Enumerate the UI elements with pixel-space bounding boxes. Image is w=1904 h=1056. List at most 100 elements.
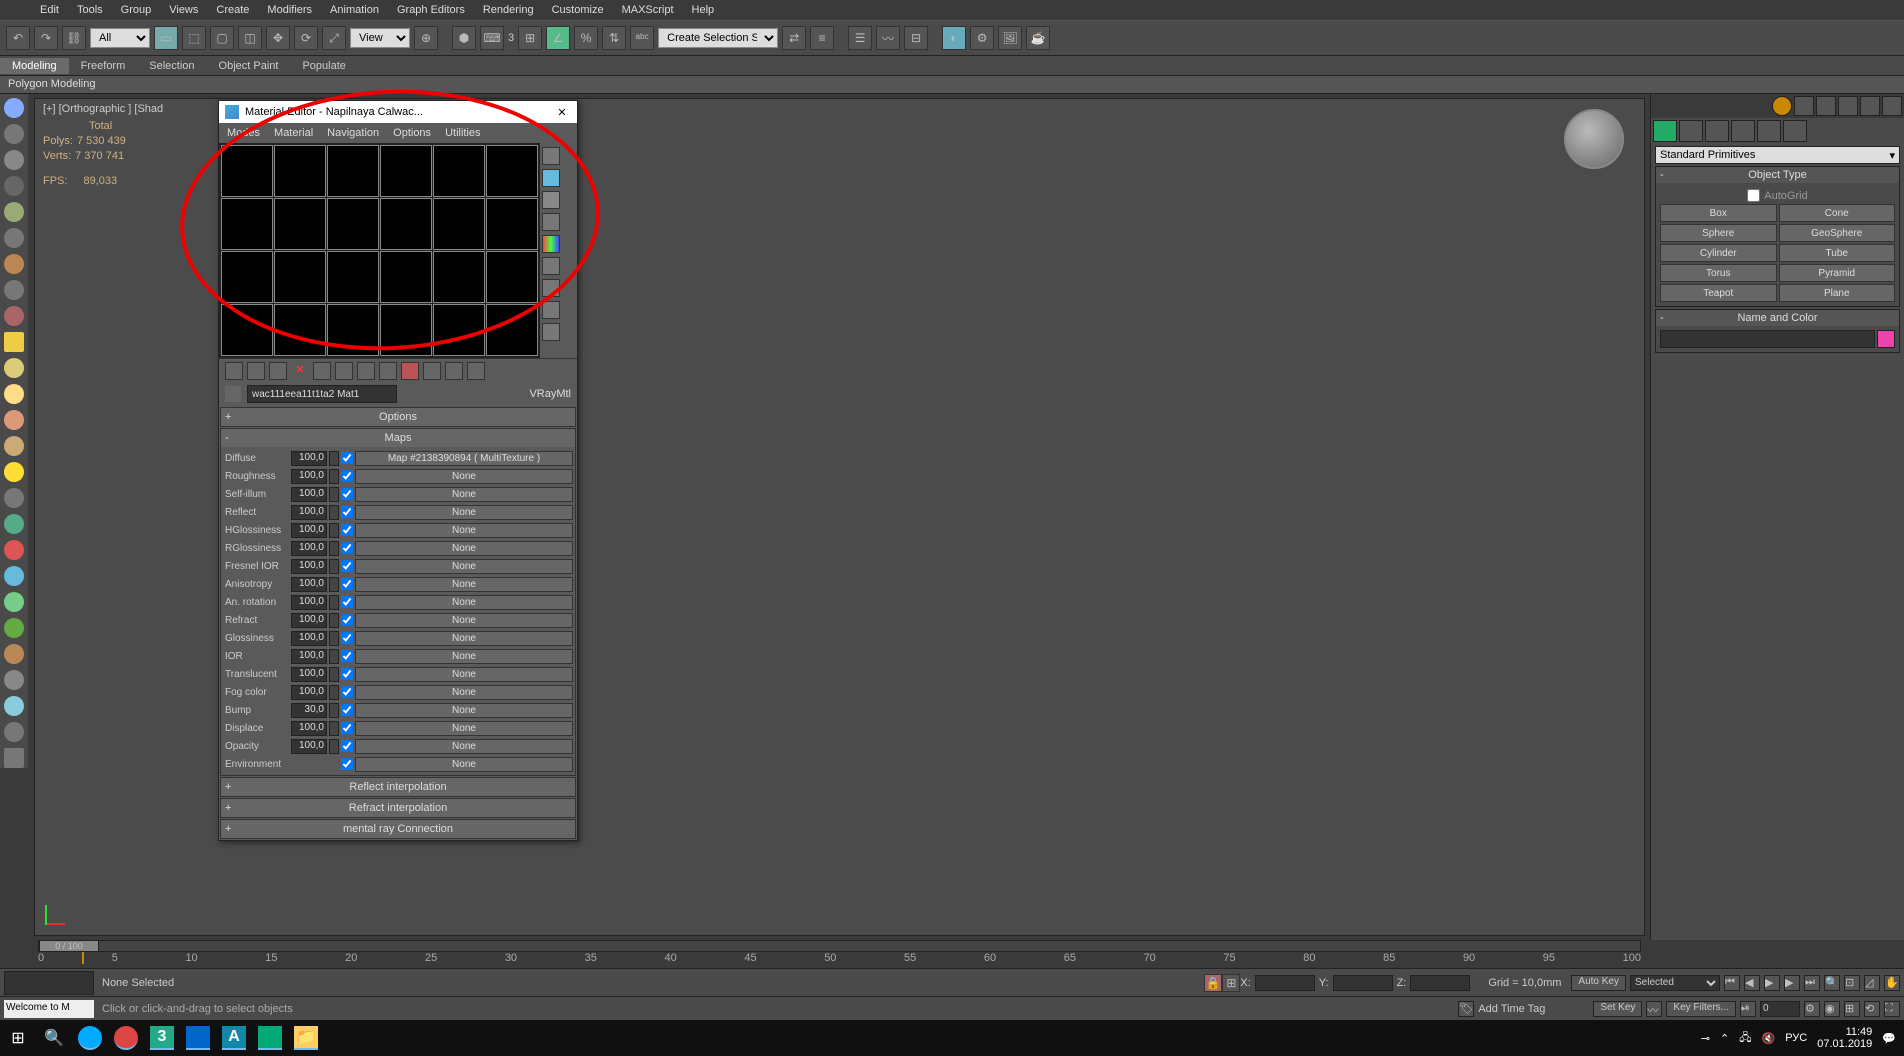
- keyfilters-button[interactable]: Key Filters...: [1666, 1001, 1736, 1017]
- map-enable-checkbox[interactable]: [341, 452, 353, 464]
- map-slot-button[interactable]: None: [355, 703, 573, 718]
- tray-volume-icon[interactable]: 🔇: [1762, 1032, 1776, 1045]
- material-slot[interactable]: [221, 198, 273, 250]
- make-preview-icon[interactable]: [542, 257, 560, 275]
- select-name-icon[interactable]: ⬚: [182, 26, 206, 50]
- spinner-icon[interactable]: [329, 541, 339, 556]
- spinner-icon[interactable]: [329, 505, 339, 520]
- sample-type-icon[interactable]: [542, 147, 560, 165]
- add-time-tag[interactable]: Add Time Tag: [1478, 1003, 1545, 1015]
- key-target-dropdown[interactable]: Selected: [1630, 975, 1720, 991]
- rollout-options[interactable]: +Options: [221, 408, 575, 426]
- select-icon[interactable]: ▭: [154, 26, 178, 50]
- modify-tab-icon[interactable]: [1679, 120, 1703, 142]
- menu-help[interactable]: Help: [692, 4, 715, 16]
- material-slot[interactable]: [380, 304, 432, 356]
- rollout-refract-interp[interactable]: +Refract interpolation: [221, 799, 575, 817]
- ribbon-sub[interactable]: Polygon Modeling: [0, 76, 1904, 94]
- map-enable-checkbox[interactable]: [341, 560, 353, 572]
- spinner-icon[interactable]: [329, 487, 339, 502]
- material-slot[interactable]: [433, 198, 485, 250]
- map-amount[interactable]: 100,0: [291, 721, 327, 736]
- map-enable-checkbox[interactable]: [341, 632, 353, 644]
- map-enable-checkbox[interactable]: [341, 470, 353, 482]
- time-ruler[interactable]: 0510152025303540455055606570758085909510…: [30, 952, 1649, 966]
- taskbar-autodesk-icon[interactable]: A: [222, 1026, 246, 1050]
- rollout-reflect-interp[interactable]: +Reflect interpolation: [221, 778, 575, 796]
- menu-tools[interactable]: Tools: [77, 4, 103, 16]
- map-slot-button[interactable]: None: [355, 721, 573, 736]
- leftbar-icon[interactable]: [4, 124, 24, 144]
- layer-icon[interactable]: ☰: [848, 26, 872, 50]
- utilities-tab-icon[interactable]: [1783, 120, 1807, 142]
- leftbar-icon[interactable]: [4, 722, 24, 742]
- lock-selection-icon[interactable]: 🔒: [1204, 974, 1222, 992]
- spinner-icon[interactable]: [329, 667, 339, 682]
- map-slot-button[interactable]: None: [355, 595, 573, 610]
- display-tab-icon[interactable]: [1757, 120, 1781, 142]
- material-slot[interactable]: [221, 145, 273, 197]
- menu-rendering[interactable]: Rendering: [483, 4, 534, 16]
- spinner-icon[interactable]: [329, 559, 339, 574]
- taskbar-app-icon[interactable]: [78, 1026, 102, 1050]
- taskbar-app-icon[interactable]: [186, 1026, 210, 1050]
- map-enable-checkbox[interactable]: [341, 542, 353, 554]
- primitives-dropdown[interactable]: Standard Primitives▾: [1655, 146, 1900, 164]
- mat-map-nav-icon[interactable]: [542, 323, 560, 341]
- backlight-icon[interactable]: [542, 169, 560, 187]
- primitive-box-button[interactable]: Box: [1660, 204, 1777, 222]
- next-frame-icon[interactable]: ▶: [1784, 975, 1800, 991]
- map-slot-button[interactable]: None: [355, 523, 573, 538]
- leftbar-icon[interactable]: [4, 618, 24, 638]
- map-enable-checkbox[interactable]: [341, 596, 353, 608]
- leftbar-icon[interactable]: [4, 176, 24, 196]
- material-slot[interactable]: [327, 304, 379, 356]
- map-amount[interactable]: 100,0: [291, 451, 327, 466]
- abc-icon[interactable]: ᵃᵇᶜ: [630, 26, 654, 50]
- render-setup-icon[interactable]: ⚙: [970, 26, 994, 50]
- tray-lang[interactable]: РУС: [1785, 1032, 1807, 1044]
- viewport-shadow-icon[interactable]: [1794, 96, 1814, 116]
- map-enable-checkbox[interactable]: [341, 614, 353, 626]
- key-step-icon[interactable]: ⏯: [1740, 1001, 1756, 1017]
- search-icon[interactable]: 🔍: [36, 1020, 72, 1056]
- viewcube-icon[interactable]: [1564, 109, 1624, 169]
- snap-icon[interactable]: ⊞: [518, 26, 542, 50]
- show-map-icon[interactable]: [401, 362, 419, 380]
- material-editor-titlebar[interactable]: Material Editor - Napilnaya Calwac... ✕: [219, 101, 577, 123]
- map-slot-button[interactable]: None: [355, 667, 573, 682]
- rollout-maps[interactable]: -Maps: [221, 429, 575, 447]
- setkey-button[interactable]: Set Key: [1593, 1001, 1642, 1017]
- map-amount[interactable]: 100,0: [291, 649, 327, 664]
- spinner-icon[interactable]: [329, 523, 339, 538]
- goto-end-icon[interactable]: ⏭: [1804, 975, 1820, 991]
- go-parent-icon[interactable]: [445, 362, 463, 380]
- map-slot-button[interactable]: None: [355, 505, 573, 520]
- map-slot-button[interactable]: None: [355, 487, 573, 502]
- spinner-icon[interactable]: [329, 721, 339, 736]
- window-cross-icon[interactable]: ◫: [238, 26, 262, 50]
- map-amount[interactable]: 100,0: [291, 613, 327, 628]
- close-icon[interactable]: ✕: [553, 106, 571, 119]
- get-material-icon[interactable]: [225, 362, 243, 380]
- viewport-progressive-icon[interactable]: [1882, 96, 1902, 116]
- material-slot[interactable]: [433, 304, 485, 356]
- material-slot[interactable]: [221, 304, 273, 356]
- leftbar-icon[interactable]: [4, 488, 24, 508]
- map-enable-checkbox[interactable]: [341, 722, 353, 734]
- put-to-scene-icon[interactable]: [247, 362, 265, 380]
- map-slot-button[interactable]: None: [355, 757, 573, 772]
- leftbar-icon[interactable]: [4, 410, 24, 430]
- show-end-icon[interactable]: [423, 362, 441, 380]
- ribbon-tab-objectpaint[interactable]: Object Paint: [207, 58, 291, 74]
- spinner-icon[interactable]: [329, 685, 339, 700]
- nav-zoomext-icon[interactable]: ⊞: [1844, 1001, 1860, 1017]
- map-slot-button[interactable]: None: [355, 541, 573, 556]
- curve-editor-icon[interactable]: 〰: [876, 26, 900, 50]
- map-enable-checkbox[interactable]: [341, 578, 353, 590]
- leftbar-icon[interactable]: [4, 384, 24, 404]
- map-slot-button[interactable]: None: [355, 469, 573, 484]
- material-slot[interactable]: [327, 251, 379, 303]
- spinner-icon[interactable]: [329, 595, 339, 610]
- map-enable-checkbox[interactable]: [341, 686, 353, 698]
